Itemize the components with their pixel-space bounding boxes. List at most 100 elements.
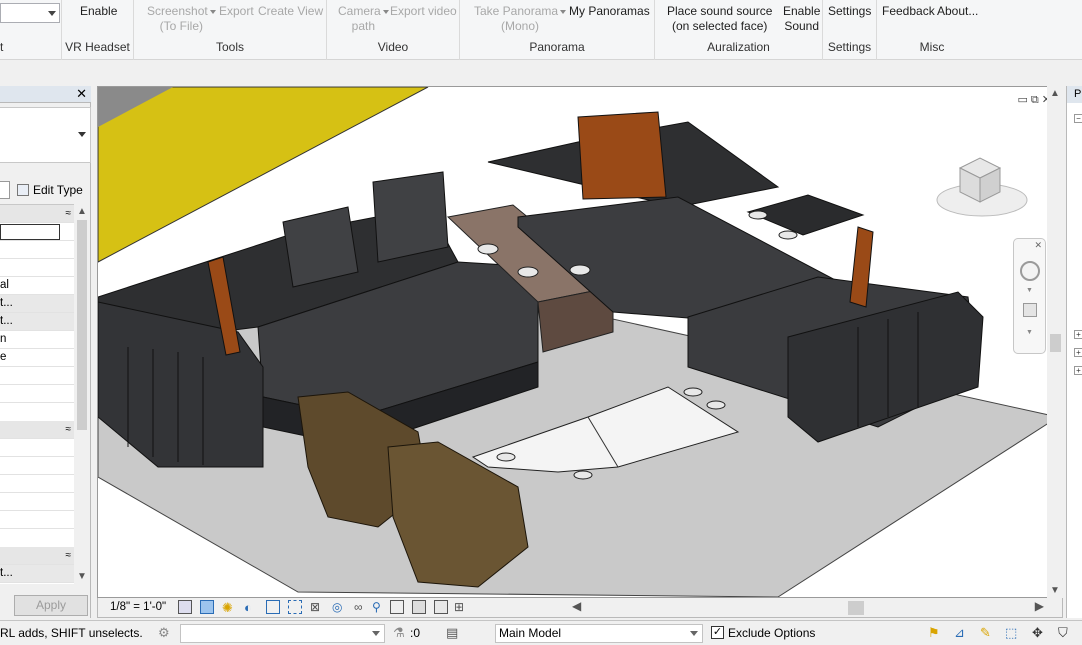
property-row[interactable] (0, 241, 74, 259)
property-row[interactable] (0, 385, 74, 403)
place-sound-source-button[interactable]: Place sound source (on selected face) (667, 4, 772, 34)
ribbon-combo[interactable] (0, 3, 60, 23)
property-row[interactable]: e (0, 349, 74, 367)
camera-path-button[interactable]: Camera path (338, 4, 389, 34)
properties-scrollbar[interactable]: ▲ ▼ (74, 204, 90, 584)
visual-style-icon[interactable] (200, 600, 214, 614)
screenshot-label: Screenshot (147, 4, 208, 18)
crop-view-icon[interactable] (266, 600, 280, 614)
property-row[interactable] (0, 259, 74, 277)
highlight-displacement-icon[interactable]: ⊞ (454, 600, 468, 614)
scroll-down-icon[interactable]: ▼ (77, 571, 87, 582)
property-row[interactable] (0, 493, 74, 511)
view-control-bar: 1/8" = 1'-0" ✺ ◐ ⊠ ◎ ∞ ⚲ ⊞ ◀ ▶ (97, 598, 1063, 618)
settings-button[interactable]: Settings (828, 4, 871, 19)
worksets-icon[interactable]: ⚙ (158, 625, 174, 641)
lock-view-icon[interactable]: ⊠ (310, 600, 324, 614)
viewcube[interactable] (935, 150, 1030, 225)
show-constraints-icon[interactable] (434, 600, 448, 614)
type-selector[interactable] (0, 107, 91, 163)
about-button[interactable]: About... (937, 4, 978, 19)
take-panorama-button[interactable]: Take Panorama (Mono) (474, 4, 567, 34)
reveal-hidden-icon[interactable]: ∞ (354, 600, 368, 614)
scroll-thumb[interactable] (848, 601, 864, 615)
scroll-up-icon[interactable]: ▲ (77, 206, 87, 217)
export-video-button[interactable]: Export video (390, 4, 457, 19)
cup (517, 266, 539, 278)
select-links-icon[interactable]: ⚑ (928, 625, 944, 641)
property-row[interactable] (0, 511, 74, 529)
enable-vr-button[interactable]: Enable (80, 4, 117, 19)
instance-filter-icon[interactable] (0, 181, 10, 199)
viewport-horizontal-scrollbar[interactable]: ◀ ▶ (568, 598, 1064, 618)
scroll-right-icon[interactable]: ▶ (1035, 599, 1044, 613)
my-panoramas-button[interactable]: My Panoramas (569, 4, 650, 19)
ribbon-gap (0, 60, 1082, 86)
temp-hide-icon[interactable]: ◎ (332, 600, 346, 614)
ribbon-group-label: t (0, 40, 4, 54)
steering-wheel-icon[interactable] (1020, 261, 1040, 281)
expand-icon[interactable]: + (1074, 330, 1082, 339)
property-row[interactable] (0, 457, 74, 475)
status-message: RL adds, SHIFT unselects. (0, 626, 143, 640)
property-row[interactable]: n (0, 331, 74, 349)
select-underlay-icon[interactable]: ⊿ (954, 625, 970, 641)
select-pinned-icon[interactable]: ✎ (980, 625, 996, 641)
property-input[interactable] (0, 224, 60, 240)
section-header[interactable]: ≈ (0, 205, 74, 223)
section-header[interactable]: ≈ (0, 421, 74, 439)
edit-type-button[interactable]: Edit Type (17, 183, 83, 197)
screenshot-button[interactable]: Screenshot (To File) (147, 4, 216, 34)
design-options-icon[interactable] (390, 600, 404, 614)
scroll-down-icon[interactable]: ▼ (1050, 585, 1060, 596)
scroll-up-icon[interactable]: ▲ (1050, 88, 1060, 99)
export-button[interactable]: Export (219, 4, 254, 19)
filter-icon[interactable]: ⚗ (393, 625, 409, 641)
edit-type-row: Edit Type (0, 179, 91, 201)
scroll-thumb[interactable] (1050, 334, 1061, 352)
exclude-options-checkbox[interactable]: ✓ (711, 626, 724, 639)
property-row[interactable]: t... (0, 295, 74, 313)
apply-button[interactable]: Apply (14, 595, 88, 616)
scroll-thumb[interactable] (77, 220, 87, 430)
filter-selection-icon[interactable]: ⛉ (1058, 625, 1074, 641)
editable-only-icon[interactable]: ▤ (446, 625, 462, 641)
property-row[interactable] (0, 367, 74, 385)
expand-icon[interactable]: − (1074, 114, 1082, 123)
analytical-model-icon[interactable] (412, 600, 426, 614)
cup (683, 387, 703, 397)
chevron-down-icon[interactable]: ▼ (1026, 287, 1033, 294)
minimize-icon[interactable]: ▭ (1018, 94, 1031, 106)
property-row[interactable]: al (0, 277, 74, 295)
zoom-region-icon[interactable] (1023, 303, 1037, 317)
worksharing-icon[interactable]: ⚲ (372, 600, 386, 614)
property-row[interactable]: t... (0, 565, 74, 583)
workset-dropdown[interactable] (180, 624, 385, 643)
property-row[interactable] (0, 439, 74, 457)
design-option-dropdown[interactable]: Main Model (495, 624, 703, 643)
scroll-left-icon[interactable]: ◀ (572, 599, 581, 613)
enable-sound-button[interactable]: Enable Sound (783, 4, 820, 34)
property-row[interactable] (0, 223, 74, 241)
expand-icon[interactable]: + (1074, 366, 1082, 375)
create-view-button[interactable]: Create View (258, 4, 323, 19)
sun-path-icon[interactable]: ✺ (222, 600, 236, 615)
shadows-icon[interactable]: ◐ (244, 600, 258, 615)
close-icon[interactable]: ✕ (76, 87, 87, 101)
feedback-button[interactable]: Feedback (882, 4, 935, 19)
section-header[interactable]: ≈ (0, 547, 74, 565)
show-crop-region-icon[interactable] (288, 600, 302, 614)
expand-icon[interactable]: + (1074, 348, 1082, 357)
viewport-vertical-scrollbar[interactable]: ▲ ▼ (1047, 86, 1063, 598)
drag-elements-icon[interactable]: ✥ (1032, 625, 1048, 641)
restore-icon[interactable]: ⧉ (1031, 94, 1042, 106)
property-row[interactable] (0, 475, 74, 493)
ribbon-group-label: Tools (215, 40, 244, 54)
view-scale[interactable]: 1/8" = 1'-0" (110, 601, 166, 613)
detail-level-icon[interactable] (178, 600, 192, 614)
chevron-down-icon[interactable]: ▼ (1026, 329, 1033, 336)
close-icon[interactable]: ✕ (1034, 240, 1042, 251)
3d-viewport[interactable]: ▭⧉ ✕ (97, 86, 1063, 598)
select-by-face-icon[interactable]: ⬚ (1005, 625, 1021, 641)
property-row[interactable]: t... (0, 313, 74, 331)
